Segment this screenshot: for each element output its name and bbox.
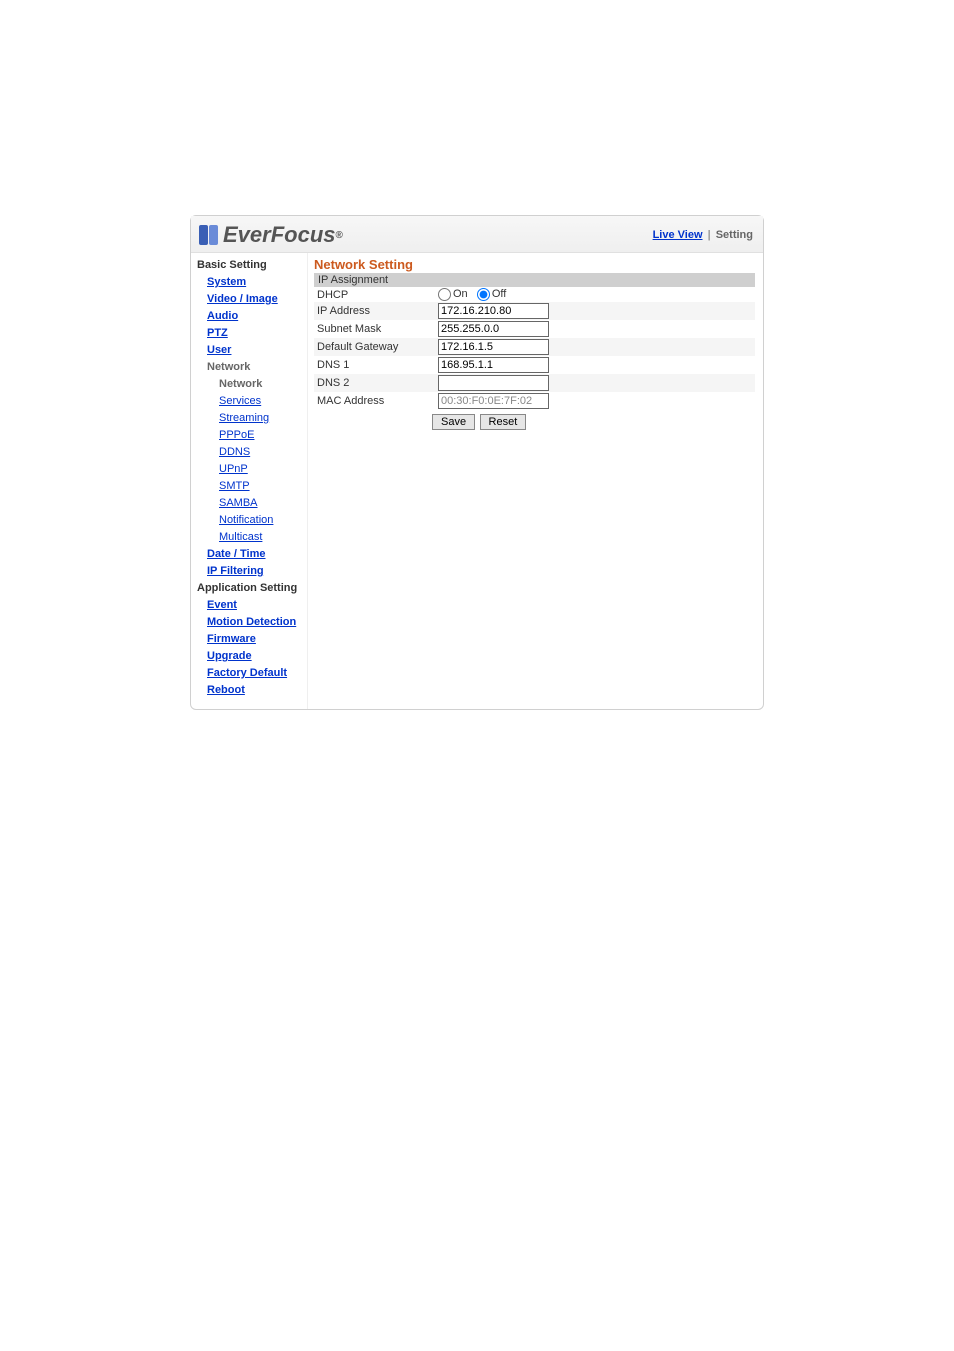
save-button[interactable]: Save: [432, 414, 475, 430]
ip-label: IP Address: [314, 302, 435, 320]
mac-label: MAC Address: [314, 392, 435, 410]
sidebar-item-upgrade[interactable]: Upgrade: [195, 648, 307, 665]
brand-registered: ®: [336, 230, 343, 241]
settings-table: DHCP On Off IP Address Subnet Mask: [314, 287, 755, 410]
mac-address-input: [438, 393, 549, 409]
subnet-mask-input[interactable]: [438, 321, 549, 337]
live-view-link[interactable]: Live View: [653, 229, 703, 241]
sidebar-item-samba[interactable]: SAMBA: [195, 495, 307, 512]
sidebar-heading-basic: Basic Setting: [195, 257, 307, 274]
sidebar-item-services[interactable]: Services: [195, 393, 307, 410]
sidebar-item-pppoe[interactable]: PPPoE: [195, 427, 307, 444]
sidebar-item-network-active: Network: [195, 376, 307, 393]
ip-address-input[interactable]: [438, 303, 549, 319]
sidebar-item-event[interactable]: Event: [195, 597, 307, 614]
setting-link-current: Setting: [716, 229, 753, 241]
body-row: Basic Setting System Video / Image Audio…: [191, 253, 763, 709]
dns1-label: DNS 1: [314, 356, 435, 374]
header-bar: EverFocus® Live View | Setting: [191, 216, 763, 253]
sidebar-item-firmware[interactable]: Firmware: [195, 631, 307, 648]
sidebar: Basic Setting System Video / Image Audio…: [191, 253, 307, 709]
logo-icon: [197, 223, 221, 247]
brand-text: EverFocus: [223, 222, 336, 248]
page-title: Network Setting: [314, 257, 755, 272]
sidebar-item-system[interactable]: System: [195, 274, 307, 291]
row-gateway: Default Gateway: [314, 338, 755, 356]
section-heading: IP Assignment: [314, 273, 755, 287]
sidebar-item-ddns[interactable]: DDNS: [195, 444, 307, 461]
dns1-input[interactable]: [438, 357, 549, 373]
sidebar-item-network-parent: Network: [195, 359, 307, 376]
dhcp-off-option[interactable]: Off: [477, 288, 506, 300]
row-dns1: DNS 1: [314, 356, 755, 374]
row-dns2: DNS 2: [314, 374, 755, 392]
sidebar-item-factory-default[interactable]: Factory Default: [195, 665, 307, 682]
row-ip: IP Address: [314, 302, 755, 320]
dhcp-on-option[interactable]: On: [438, 288, 468, 300]
sidebar-item-streaming[interactable]: Streaming: [195, 410, 307, 427]
nav-separator: |: [708, 229, 711, 241]
app-window: EverFocus® Live View | Setting Basic Set…: [190, 215, 764, 710]
row-mac: MAC Address: [314, 392, 755, 410]
sidebar-item-multicast[interactable]: Multicast: [195, 529, 307, 546]
dhcp-off-radio[interactable]: [477, 288, 490, 301]
dhcp-label: DHCP: [314, 287, 435, 302]
content-panel: Network Setting IP Assignment DHCP On Of…: [307, 253, 763, 709]
reset-button[interactable]: Reset: [480, 414, 527, 430]
dns2-label: DNS 2: [314, 374, 435, 392]
subnet-label: Subnet Mask: [314, 320, 435, 338]
sidebar-item-video-image[interactable]: Video / Image: [195, 291, 307, 308]
sidebar-item-upnp[interactable]: UPnP: [195, 461, 307, 478]
sidebar-item-motion-detection[interactable]: Motion Detection: [195, 614, 307, 631]
top-nav: Live View | Setting: [653, 229, 753, 241]
sidebar-item-reboot[interactable]: Reboot: [195, 682, 307, 699]
sidebar-heading-application: Application Setting: [195, 580, 307, 597]
button-row: Save Reset: [314, 412, 755, 430]
row-dhcp: DHCP On Off: [314, 287, 755, 302]
default-gateway-input[interactable]: [438, 339, 549, 355]
sidebar-item-notification[interactable]: Notification: [195, 512, 307, 529]
dhcp-on-label: On: [453, 288, 468, 300]
sidebar-item-audio[interactable]: Audio: [195, 308, 307, 325]
sidebar-item-ptz[interactable]: PTZ: [195, 325, 307, 342]
gateway-label: Default Gateway: [314, 338, 435, 356]
sidebar-item-ip-filtering[interactable]: IP Filtering: [195, 563, 307, 580]
brand-logo: EverFocus®: [197, 222, 343, 248]
sidebar-item-smtp[interactable]: SMTP: [195, 478, 307, 495]
sidebar-item-date-time[interactable]: Date / Time: [195, 546, 307, 563]
dns2-input[interactable]: [438, 375, 549, 391]
dhcp-off-label: Off: [492, 288, 506, 300]
row-subnet: Subnet Mask: [314, 320, 755, 338]
dhcp-on-radio[interactable]: [438, 288, 451, 301]
sidebar-item-user[interactable]: User: [195, 342, 307, 359]
